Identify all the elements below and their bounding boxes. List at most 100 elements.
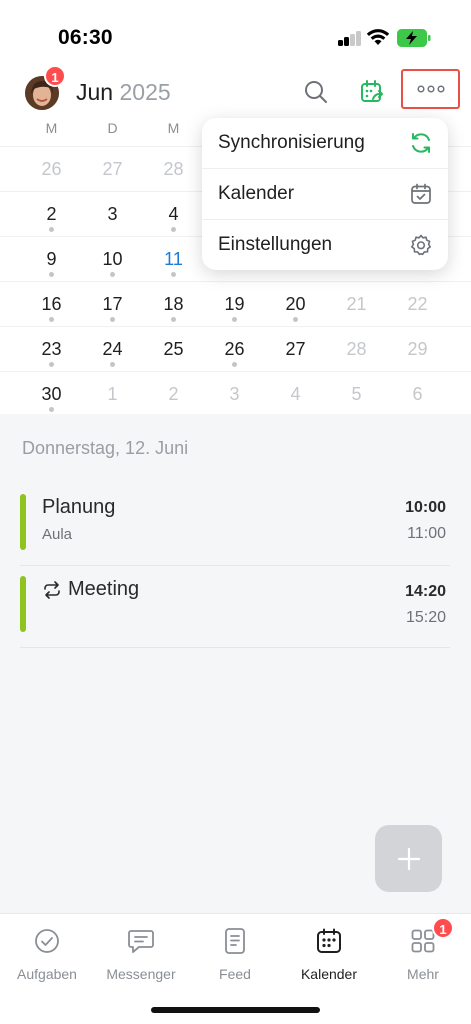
mehr-notification-badge: 1 [432,917,454,939]
menu-item-label: Einstellungen [218,234,333,255]
wifi-icon [366,29,390,45]
event-indicator-dot [49,272,54,277]
menu-item-calendar[interactable]: Kalender [202,168,448,219]
menu-item-sync[interactable]: Synchronisierung [202,118,448,169]
event-location: Aula [42,526,73,543]
day-cell[interactable]: 23 [21,327,82,372]
menu-item-label: Kalender [218,183,295,204]
menu-item-settings[interactable]: Einstellungen [202,219,448,270]
search-button[interactable] [298,74,334,110]
weekday-label: M [45,120,58,136]
day-number: 9 [46,249,57,269]
day-cell[interactable]: 19 [204,282,265,327]
more-options-button[interactable] [401,69,460,109]
event-title-text: Planung [42,496,116,518]
calendar-share-icon [361,80,383,102]
day-number: 26 [41,159,62,179]
day-number: 27 [285,339,306,359]
day-cell[interactable]: 3 [82,192,143,237]
day-number: 21 [346,294,367,314]
calendar-icon [317,928,341,953]
week-row: 30 1 2 3 4 5 6 [0,371,471,416]
tab-mehr[interactable]: Mehr [376,926,470,982]
week-row: 23 24 25 26 27 28 29 [0,326,471,371]
plus-icon [397,847,420,870]
tab-label: Mehr [407,966,439,982]
day-number: 19 [224,294,245,314]
add-event-button[interactable] [375,825,442,892]
status-bar: 06:30 [0,0,471,60]
day-number: 20 [285,294,306,314]
event-color-bar [20,576,26,632]
day-number: 1 [107,384,118,404]
month-year-title[interactable]: Jun 2025 [76,79,171,106]
tab-kalender[interactable]: Kalender [282,926,376,982]
event-indicator-dot [171,272,176,277]
tab-label: Aufgaben [17,966,77,982]
tab-aufgaben[interactable]: Aufgaben [0,926,94,982]
day-cell[interactable]: 6 [387,372,448,417]
day-cell[interactable]: 2 [143,372,204,417]
day-cell[interactable]: 22 [387,282,448,327]
weekday-label: M [167,120,180,136]
more-dots-icon [416,85,445,93]
event-indicator-dot [49,317,54,322]
day-cell[interactable]: 20 [265,282,326,327]
day-number: 26 [224,339,245,359]
day-number: 3 [229,384,240,404]
day-number: 6 [412,384,423,404]
event-indicator-dot [171,227,176,232]
day-cell[interactable]: 9 [21,237,82,282]
event-item-meeting[interactable]: Meeting 14:20 15:20 [20,566,450,648]
day-cell[interactable]: 26 [204,327,265,372]
calendar-sync-button[interactable] [354,74,390,110]
day-cell[interactable]: 27 [265,327,326,372]
day-cell[interactable]: 30 [21,372,82,417]
day-cell[interactable]: 2 [21,192,82,237]
day-cell[interactable]: 27 [82,147,143,192]
calendar-check-icon [408,181,434,207]
day-cell[interactable]: 28 [143,147,204,192]
day-cell[interactable]: 16 [21,282,82,327]
day-cell[interactable]: 24 [82,327,143,372]
home-indicator [151,1007,320,1013]
day-cell[interactable]: 29 [387,327,448,372]
weekday-label: D [107,120,118,136]
day-cell[interactable]: 17 [82,282,143,327]
day-number: 17 [102,294,123,314]
sync-icon [408,130,434,156]
calendar-header: 1 Jun 2025 [0,65,471,118]
search-icon [305,81,327,103]
event-title-text: Meeting [68,578,140,600]
event-item-planung[interactable]: Planung Aula 10:00 11:00 [20,484,450,566]
day-cell[interactable]: 4 [143,192,204,237]
day-cell[interactable]: 5 [326,372,387,417]
day-cell[interactable]: 3 [204,372,265,417]
day-cell[interactable]: 11 [143,237,204,282]
day-number: 22 [407,294,428,314]
day-number: 23 [41,339,62,359]
signal-icon [338,30,364,46]
day-number: 3 [107,204,118,224]
event-title: Meeting [42,578,139,601]
event-indicator-dot [171,317,176,322]
tab-messenger[interactable]: Messenger [94,926,188,982]
event-indicator-dot [110,362,115,367]
gear-icon [408,232,434,258]
day-cell[interactable]: 26 [21,147,82,192]
day-cell[interactable]: 1 [82,372,143,417]
day-cell[interactable]: 18 [143,282,204,327]
day-cell[interactable]: 28 [326,327,387,372]
status-time: 06:30 [58,26,113,49]
tab-feed[interactable]: Feed [188,926,282,982]
day-cell[interactable]: 10 [82,237,143,282]
avatar-notification-badge: 1 [44,65,66,87]
day-number: 4 [290,384,301,404]
battery-charging-icon [397,29,431,47]
event-end-time: 15:20 [405,609,446,626]
day-cell[interactable]: 25 [143,327,204,372]
menu-item-label: Synchronisierung [218,132,365,153]
day-cell[interactable]: 21 [326,282,387,327]
day-cell[interactable]: 4 [265,372,326,417]
event-indicator-dot [49,227,54,232]
